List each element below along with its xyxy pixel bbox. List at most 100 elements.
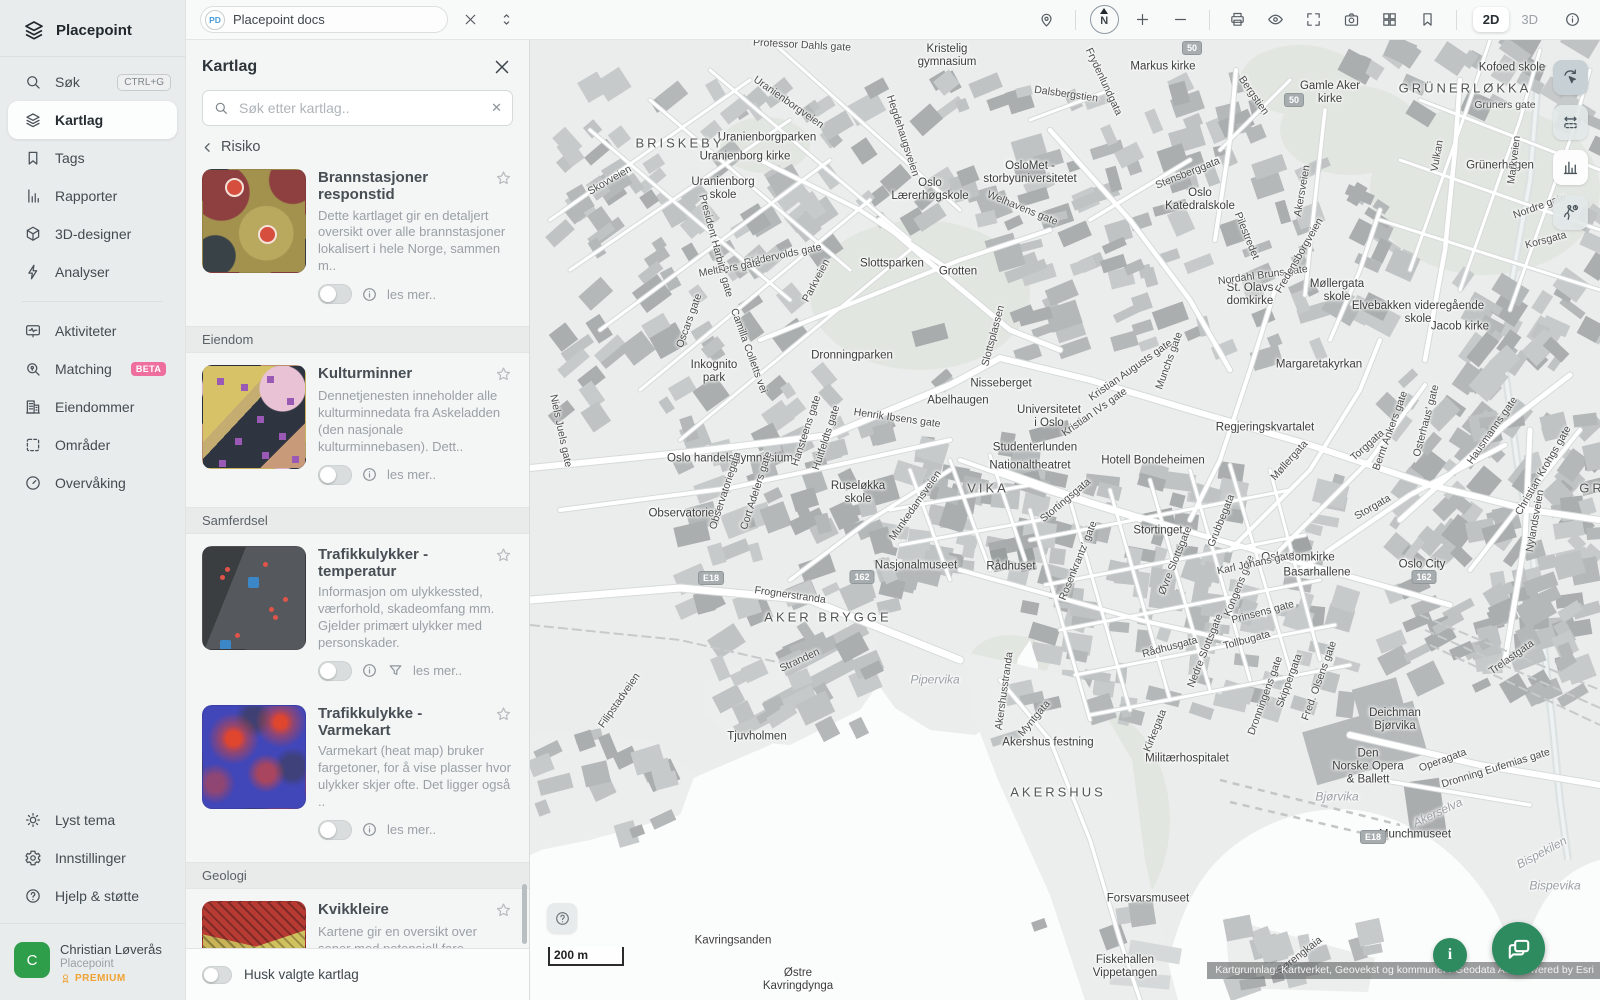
app-logo[interactable]: Placepoint (0, 0, 185, 56)
remember-layers-toggle[interactable] (202, 966, 232, 984)
search-clear-icon[interactable]: ✕ (491, 100, 502, 116)
read-more-link[interactable]: les mer.. (387, 467, 436, 482)
layer-controls: les mer.. (318, 465, 513, 485)
layer-card-body: Trafikkulykke - VarmekartVarmekart (heat… (318, 705, 517, 840)
fullscreen-button[interactable] (1300, 6, 1328, 34)
layer-card-body: KulturminnerDennetjenesten inneholder al… (318, 365, 517, 485)
visibility-button[interactable] (1262, 6, 1290, 34)
back-breadcrumb[interactable]: Risiko (200, 139, 513, 155)
layer-card: KulturminnerDennetjenesten inneholder al… (186, 353, 529, 497)
map-info-button[interactable]: i (1433, 938, 1467, 972)
layer-toggle[interactable] (318, 661, 352, 681)
info-button[interactable] (1558, 6, 1586, 34)
rotate-select-button[interactable] (1553, 60, 1588, 95)
info-icon[interactable] (361, 662, 378, 679)
layer-title: Trafikkulykker - temperatur (318, 546, 488, 581)
favorite-star-button[interactable] (494, 546, 513, 565)
sidebar-item-s-k[interactable]: SøkCTRL+G (0, 63, 185, 101)
layer-toggle[interactable] (318, 465, 352, 485)
measure-button[interactable] (1553, 105, 1588, 140)
panel-title: Kartlag (202, 58, 257, 76)
filter-icon[interactable] (387, 662, 404, 679)
mode-2d-button[interactable]: 2D (1473, 7, 1510, 32)
layer-controls: les mer.. (318, 284, 513, 304)
layer-card: Brannstasjoner responstidDette kartlaget… (186, 157, 529, 316)
favorite-star-button[interactable] (494, 901, 513, 920)
active-doc-pill[interactable]: PD Placepoint docs (200, 6, 448, 33)
avatar: C (14, 942, 50, 978)
sidebar-item-overv-king[interactable]: Overvåking (0, 464, 185, 502)
zoom-out-button[interactable] (1167, 6, 1195, 34)
layer-title: Trafikkulykke - Varmekart (318, 705, 488, 740)
layer-search-input[interactable] (237, 99, 483, 117)
keyboard-shortcut-badge: CTRL+G (117, 74, 171, 91)
sidebar-item-hjelp-st-tte[interactable]: Hjelp & støtte (0, 877, 185, 915)
doc-close-button[interactable] (456, 6, 484, 34)
map-mode-toggle: 2D 3D (1473, 7, 1548, 32)
favorite-star-button[interactable] (494, 705, 513, 724)
zoom-in-button[interactable] (1129, 6, 1157, 34)
layer-toggle[interactable] (318, 820, 352, 840)
screenshot-button[interactable] (1338, 6, 1366, 34)
user-org: Placepoint (60, 958, 162, 970)
map-help-button[interactable] (547, 903, 577, 933)
sidebar-item-label: Kartlag (55, 112, 103, 128)
layer-description: Informasjon om ulykkessted, værforhold, … (318, 584, 513, 652)
layer-search: ✕ (202, 90, 513, 126)
layer-thumbnail[interactable] (202, 546, 306, 650)
sidebar-item-label: Lyst tema (55, 812, 115, 828)
print-button[interactable] (1224, 6, 1252, 34)
layer-section-label: Samferdsel (202, 513, 268, 528)
dashed-square-icon (24, 436, 42, 454)
help-circle-icon (24, 887, 42, 905)
info-icon[interactable] (361, 466, 378, 483)
sidebar-item-omr-der[interactable]: Områder (0, 426, 185, 464)
sidebar-item-matching[interactable]: MatchingBETA (0, 350, 185, 388)
sidebar-item-eiendommer[interactable]: Eiendommer (0, 388, 185, 426)
sidebar-item-kartlag[interactable]: Kartlag (8, 101, 177, 139)
sidebar-item-analyser[interactable]: Analyser (0, 253, 185, 291)
layer-thumbnail[interactable] (202, 901, 306, 948)
search-icon (213, 100, 229, 116)
layer-title: Brannstasjoner responstid (318, 169, 488, 204)
read-more-link[interactable]: les mer.. (413, 663, 462, 678)
info-icon[interactable] (361, 821, 378, 838)
favorite-star-button[interactable] (494, 169, 513, 188)
user-profile[interactable]: C Christian Løverås Placepoint PREMIUM (0, 930, 185, 1000)
sidebar-item-tags[interactable]: Tags (0, 139, 185, 177)
sidebar-item-3d-designer[interactable]: 3D-designer (0, 215, 185, 253)
panel-scrollbar-thumb[interactable] (522, 884, 527, 944)
chat-button[interactable] (1492, 922, 1545, 975)
layer-thumbnail[interactable] (202, 169, 306, 273)
layer-thumbnail[interactable] (202, 365, 306, 469)
map-scalebar: 200 m (548, 947, 624, 966)
user-plan: PREMIUM (60, 973, 162, 984)
tag-icon (24, 149, 42, 167)
layer-thumbnail[interactable] (202, 705, 306, 809)
info-icon[interactable] (361, 286, 378, 303)
sidebar-item-innstillinger[interactable]: Innstillinger (0, 839, 185, 877)
mode-3d-button[interactable]: 3D (1511, 7, 1548, 32)
sidebar-item-lyst-tema[interactable]: Lyst tema (0, 801, 185, 839)
panel-close-button[interactable] (491, 56, 513, 78)
sidebar-item-aktiviteter[interactable]: Aktiviteter (0, 312, 185, 350)
travel-time-button[interactable] (1553, 195, 1588, 230)
medal-icon (60, 973, 71, 984)
bookmark-button[interactable] (1414, 6, 1442, 34)
layers-panel: Kartlag ✕ Risiko Brannstasjoner responst… (186, 40, 530, 1000)
locate-button[interactable] (1033, 6, 1061, 34)
search-icon (24, 73, 42, 91)
layer-toggle[interactable] (318, 284, 352, 304)
favorite-star-button[interactable] (494, 365, 513, 384)
compass-button[interactable]: N (1090, 5, 1119, 34)
sidebar-item-rapporter[interactable]: Rapporter (0, 177, 185, 215)
buildings-icon (24, 398, 42, 416)
layer-card-list: Brannstasjoner responstidDette kartlaget… (186, 157, 529, 948)
map-canvas[interactable] (530, 40, 1600, 1000)
doc-switch-button[interactable] (492, 6, 520, 34)
chart-button[interactable] (1553, 150, 1588, 185)
read-more-link[interactable]: les mer.. (387, 287, 436, 302)
grid-button[interactable] (1376, 6, 1404, 34)
read-more-link[interactable]: les mer.. (387, 822, 436, 837)
doc-initials-badge: PD (205, 10, 225, 30)
